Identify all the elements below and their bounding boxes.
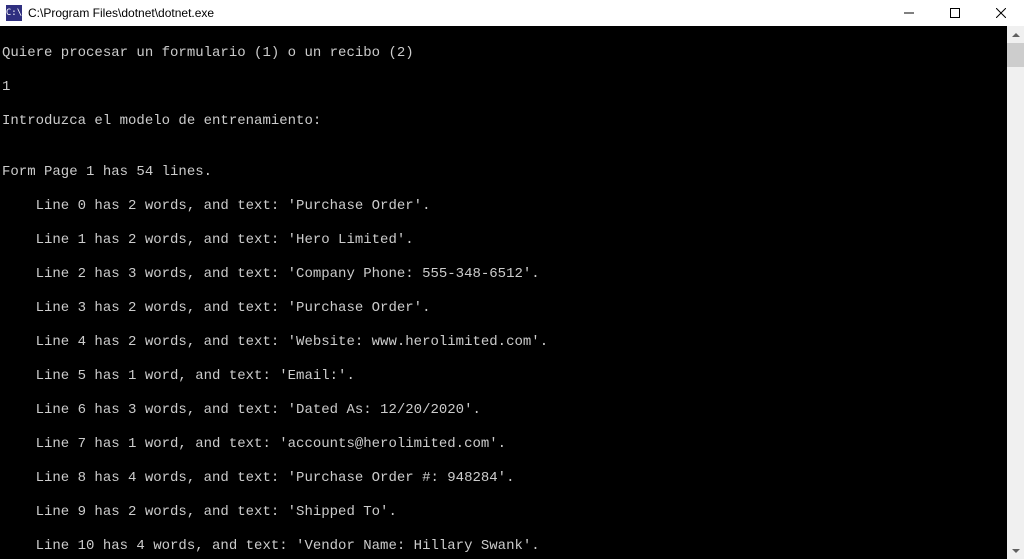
console-line: Form Page 1 has 54 lines.	[2, 164, 1005, 181]
console-line: 1	[2, 79, 1005, 96]
console-output[interactable]: Quiere procesar un formulario (1) o un r…	[0, 26, 1007, 559]
window-controls	[886, 0, 1024, 26]
console-line: Quiere procesar un formulario (1) o un r…	[2, 45, 1005, 62]
close-button[interactable]	[978, 0, 1024, 26]
vertical-scrollbar[interactable]	[1007, 26, 1024, 559]
window-title: C:\Program Files\dotnet\dotnet.exe	[28, 6, 886, 20]
maximize-button[interactable]	[932, 0, 978, 26]
console-line: Line 8 has 4 words, and text: 'Purchase …	[2, 470, 1005, 487]
console-line: Line 9 has 2 words, and text: 'Shipped T…	[2, 504, 1005, 521]
console-line: Line 1 has 2 words, and text: 'Hero Limi…	[2, 232, 1005, 249]
scroll-thumb[interactable]	[1007, 43, 1024, 67]
console-line: Line 3 has 2 words, and text: 'Purchase …	[2, 300, 1005, 317]
console-line: Line 2 has 3 words, and text: 'Company P…	[2, 266, 1005, 283]
scroll-down-arrow[interactable]	[1007, 542, 1024, 559]
app-icon: C:\	[6, 5, 22, 21]
scroll-track[interactable]	[1007, 43, 1024, 542]
console-wrapper: Quiere procesar un formulario (1) o un r…	[0, 26, 1024, 559]
console-line: Line 7 has 1 word, and text: 'accounts@h…	[2, 436, 1005, 453]
console-line: Line 6 has 3 words, and text: 'Dated As:…	[2, 402, 1005, 419]
console-line: Line 10 has 4 words, and text: 'Vendor N…	[2, 538, 1005, 555]
console-line: Line 0 has 2 words, and text: 'Purchase …	[2, 198, 1005, 215]
console-line: Line 5 has 1 word, and text: 'Email:'.	[2, 368, 1005, 385]
scroll-up-arrow[interactable]	[1007, 26, 1024, 43]
console-line: Introduzca el modelo de entrenamiento:	[2, 113, 1005, 130]
console-line: Line 4 has 2 words, and text: 'Website: …	[2, 334, 1005, 351]
minimize-button[interactable]	[886, 0, 932, 26]
title-bar: C:\ C:\Program Files\dotnet\dotnet.exe	[0, 0, 1024, 26]
